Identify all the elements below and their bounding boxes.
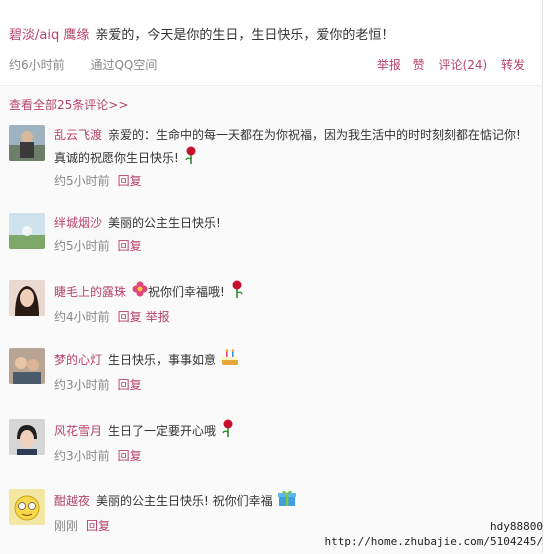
comment-author[interactable]: 风花雪月 bbox=[54, 424, 102, 438]
watermark: hdy88800 http://home.zhubajie.com/510424… bbox=[324, 519, 543, 549]
comment-time: 约3小时前 bbox=[54, 449, 110, 463]
post-author[interactable]: 碧淡/aiq 鹰缘 bbox=[9, 28, 89, 43]
flower-icon bbox=[132, 281, 148, 304]
avatar[interactable] bbox=[9, 125, 45, 161]
comment-text: 生日快乐，事事如意 bbox=[108, 353, 217, 367]
gift-icon bbox=[277, 489, 297, 514]
reply-button[interactable]: 回复 bbox=[118, 239, 142, 253]
comment-button[interactable]: 评论(24) bbox=[439, 58, 488, 72]
post-line: 碧淡/aiq 鹰缘 亲爱的，今天是你的生日，生日快乐，爱你的老恒！ bbox=[9, 24, 394, 43]
post-text: 亲爱的，今天是你的生日，生日快乐，爱你的老恒！ bbox=[95, 28, 395, 43]
avatar[interactable] bbox=[9, 419, 45, 455]
rose-icon bbox=[220, 419, 236, 444]
avatar[interactable] bbox=[9, 280, 45, 316]
comment-text: 美丽的公主生日快乐! bbox=[108, 216, 221, 230]
avatar[interactable] bbox=[9, 348, 45, 384]
reply-button[interactable]: 回复 bbox=[118, 174, 142, 188]
comment-time: 约4小时前 bbox=[54, 310, 110, 324]
comment-time: 约3小时前 bbox=[54, 378, 110, 392]
reply-button[interactable]: 回复 bbox=[118, 310, 142, 324]
watermark-url: http://home.zhubajie.com/5104245/ bbox=[324, 535, 543, 548]
comment-author[interactable]: 乱云飞渡 bbox=[54, 128, 102, 142]
comment-author[interactable]: 梦的心灯 bbox=[54, 353, 102, 367]
report-button[interactable]: 举报 bbox=[377, 58, 401, 72]
reply-button[interactable]: 回复 bbox=[118, 449, 142, 463]
comment-time: 约5小时前 bbox=[54, 174, 110, 188]
reply-button[interactable]: 回复 bbox=[86, 519, 110, 533]
view-all-comments-link[interactable]: 查看全部25条评论>> bbox=[9, 96, 128, 113]
watermark-user: hdy88800 bbox=[490, 520, 543, 533]
avatar[interactable] bbox=[9, 213, 45, 249]
comment-author[interactable]: 酣越夜 bbox=[54, 494, 90, 508]
comment-time: 刚刚 bbox=[54, 519, 79, 533]
report-button[interactable]: 举报 bbox=[146, 310, 170, 324]
avatar[interactable] bbox=[9, 489, 45, 525]
comment-text: 美丽的公主生日快乐! 祝你们幸福 bbox=[96, 494, 273, 508]
cake-icon bbox=[220, 348, 240, 373]
reply-button[interactable]: 回复 bbox=[118, 378, 142, 392]
comment-author[interactable]: 绊城烟沙 bbox=[54, 216, 102, 230]
like-button[interactable]: 赞 bbox=[413, 58, 425, 72]
post-meta: 约6小时前 通过QQ空间 举报 赞 评论(24) 转发 bbox=[9, 56, 529, 73]
post-actions: 举报 赞 评论(24) 转发 bbox=[367, 56, 525, 73]
comment-text: 生日了一定要开心哦 bbox=[108, 424, 217, 438]
post-source: 通过QQ空间 bbox=[90, 58, 158, 72]
rose-icon bbox=[229, 280, 245, 305]
post-time: 约6小时前 bbox=[9, 58, 65, 72]
comment-time: 约5小时前 bbox=[54, 239, 110, 253]
comment-text: 祝你们幸福哦! bbox=[148, 285, 225, 299]
comment-author[interactable]: 睫毛上的露珠 bbox=[54, 285, 126, 299]
rose-icon bbox=[183, 146, 199, 171]
comment-text: 亲爱的：生命中的每一天都在为你祝福，因为我生活中的时时刻刻都在惦记你! bbox=[108, 128, 521, 142]
comment-text-continued: 真诚的祝愿你生日快乐! bbox=[54, 151, 179, 165]
forward-button[interactable]: 转发 bbox=[501, 58, 525, 72]
